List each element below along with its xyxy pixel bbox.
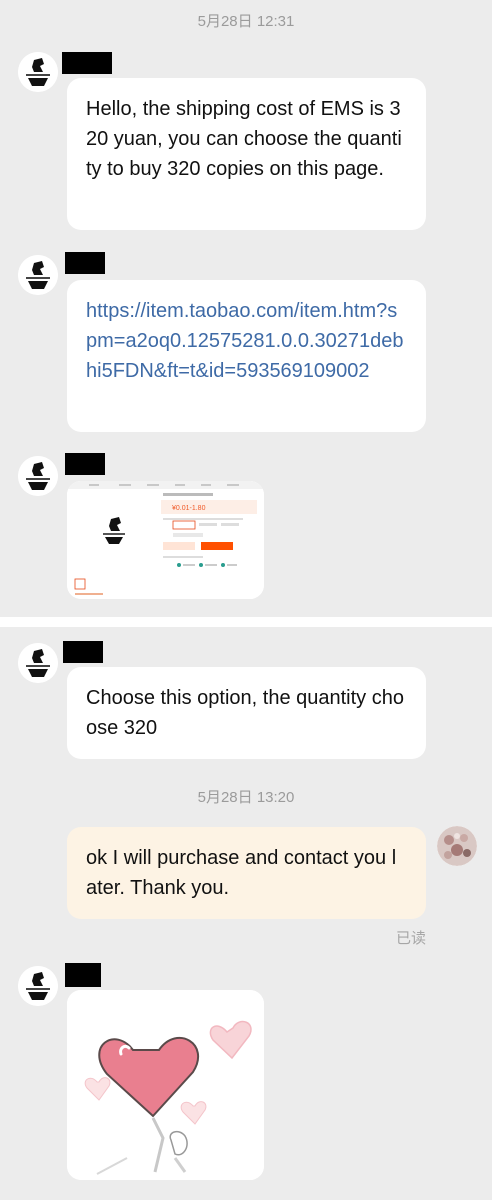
floral-avatar-icon: [437, 826, 477, 866]
message-bubble[interactable]: Choose this option, the quantity choose …: [67, 667, 426, 759]
silhouette-logo-icon: [18, 966, 58, 1006]
sender-name-redacted: [65, 963, 101, 987]
silhouette-logo-icon: [18, 643, 58, 683]
silhouette-logo-icon: [18, 52, 58, 92]
screenshot-separator: [0, 617, 492, 627]
image-message[interactable]: ¥0.01-1.80: [67, 481, 264, 599]
sender-name-redacted: [65, 252, 105, 274]
heart-sticker-icon: [67, 990, 264, 1180]
contact-avatar[interactable]: [18, 255, 58, 295]
heart-sticker[interactable]: [67, 990, 264, 1180]
product-screenshot-thumbnail: ¥0.01-1.80: [67, 481, 264, 599]
link-message-bubble[interactable]: https://item.taobao.com/item.htm?spm=a2o…: [67, 280, 426, 432]
contact-avatar[interactable]: [18, 456, 58, 496]
contact-avatar[interactable]: [18, 643, 58, 683]
outgoing-message-bubble[interactable]: ok I will purchase and contact you later…: [67, 827, 426, 919]
contact-avatar[interactable]: [18, 52, 58, 92]
read-receipt: 已读: [396, 930, 427, 947]
timestamp: 5月28日 12:31: [197, 13, 295, 30]
contact-avatar[interactable]: [18, 966, 58, 1006]
timestamp: 5月28日 13:20: [197, 789, 295, 806]
sender-name-redacted: [63, 641, 103, 663]
message-bubble[interactable]: Hello, the shipping cost of EMS is 320 y…: [67, 78, 426, 230]
my-avatar[interactable]: [437, 826, 477, 866]
sender-name-redacted: [62, 52, 112, 74]
silhouette-logo-icon: [18, 255, 58, 295]
silhouette-logo-icon: [18, 456, 58, 496]
sender-name-redacted: [65, 453, 105, 475]
taobao-link[interactable]: https://item.taobao.com/item.htm?spm=a2o…: [86, 300, 404, 382]
thumbnail-price: ¥0.01-1.80: [172, 505, 206, 512]
